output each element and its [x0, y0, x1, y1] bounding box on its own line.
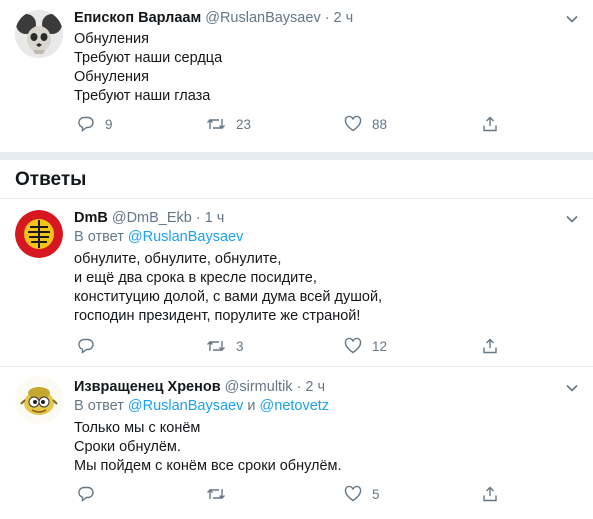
tweet-text-line: Только мы с конём: [74, 420, 201, 436]
tweet-text-line: конституцию долой, с вами дума всей душо…: [74, 289, 383, 305]
retweet-button[interactable]: 3: [206, 337, 244, 355]
timestamp[interactable]: 2 ч: [305, 378, 325, 397]
chevron-down-icon[interactable]: [565, 12, 579, 26]
reply-button[interactable]: 9: [77, 115, 113, 133]
dmb-logo-avatar-image: [15, 210, 63, 258]
separator-dot: ·: [324, 10, 330, 26]
mention-link[interactable]: @netovetz: [260, 398, 330, 414]
timestamp[interactable]: 2 ч: [334, 9, 354, 28]
retweet-icon: [207, 341, 225, 351]
reply-tweet[interactable]: DmB @DmB_Ekb · 1 ч В ответ @RuslanBaysae…: [0, 199, 593, 366]
tweet-text-line: Мы пойдем с конём все сроки обнулём.: [74, 458, 342, 474]
tweet-text-line: Сроки обнулём.: [74, 439, 181, 455]
retweet-icon: [207, 489, 225, 499]
reply-count: 9: [105, 116, 113, 132]
avatar[interactable]: [15, 376, 63, 424]
like-count: 88: [372, 116, 388, 132]
tweet-text-line: Обнуления: [74, 31, 150, 47]
replying-to-conjunction: и: [247, 398, 256, 414]
retweet-count: 3: [236, 338, 244, 354]
reply-icon: [78, 116, 94, 132]
avatar[interactable]: [15, 10, 63, 58]
share-button[interactable]: [481, 115, 499, 133]
share-button[interactable]: [481, 337, 499, 355]
author-handle[interactable]: @DmB_Ekb: [112, 209, 192, 228]
mouse-skull-avatar-image: [15, 10, 63, 58]
tweet-header: DmB @DmB_Ekb · 1 ч: [74, 209, 579, 228]
author-handle[interactable]: @RuslanBaysaev: [205, 9, 320, 28]
tweet-text-line: Требуют наши сердца: [74, 50, 223, 66]
like-button[interactable]: 88: [344, 115, 387, 133]
replies-heading: Ответы: [15, 169, 87, 190]
replying-to-label: В ответ: [74, 398, 124, 414]
timestamp[interactable]: 1 ч: [205, 209, 225, 228]
tweet-text-line: Обнуления: [74, 69, 150, 85]
tweet-actions: 3 12: [74, 337, 504, 357]
mention-link[interactable]: @RuslanBaysaev: [128, 229, 243, 245]
chevron-down-icon[interactable]: [565, 381, 579, 395]
reply-button[interactable]: [77, 485, 105, 503]
reply-icon: [78, 486, 94, 502]
reply-icon: [78, 338, 94, 354]
heart-icon: [344, 485, 362, 502]
retweet-button[interactable]: 23: [206, 115, 251, 133]
author-name[interactable]: Епископ Варлаам: [74, 9, 201, 28]
share-icon: [483, 116, 497, 132]
like-button[interactable]: 5: [344, 485, 380, 503]
retweet-count: 23: [236, 116, 252, 132]
author-name[interactable]: Извращенец Хренов: [74, 378, 221, 397]
avatar[interactable]: [15, 210, 63, 258]
like-button[interactable]: 12: [344, 337, 387, 355]
main-tweet[interactable]: Епископ Варлаам @RuslanBaysaev · 2 ч Обн…: [0, 0, 593, 150]
author-handle[interactable]: @sirmultik: [225, 378, 293, 397]
share-button[interactable]: [481, 485, 499, 503]
retweet-icon: [207, 119, 225, 129]
cartoon-character-avatar-image: [15, 376, 63, 424]
separator-dot: ·: [296, 379, 302, 395]
tweet-actions: 9 23 88: [74, 115, 504, 135]
replying-to: В ответ @RuslanBaysaev и @netovetz: [74, 397, 579, 416]
tweet-text-line: Требуют наши глаза: [74, 88, 211, 104]
separator-dot: ·: [195, 210, 201, 226]
tweet-text-line: и ещё два срока в кресле посидите,: [74, 270, 317, 286]
author-name[interactable]: DmB: [74, 209, 108, 228]
tweet-actions: 5: [74, 485, 504, 505]
tweet-text-line: обнулите, обнулите, обнулите,: [74, 251, 282, 267]
chevron-down-icon[interactable]: [565, 212, 579, 226]
heart-icon: [344, 115, 362, 132]
mention-link[interactable]: @RuslanBaysaev: [128, 398, 243, 414]
section-separator: [0, 152, 593, 160]
heart-icon: [344, 337, 362, 354]
tweet-header: Епископ Варлаам @RuslanBaysaev · 2 ч: [74, 9, 579, 28]
like-count: 12: [372, 338, 388, 354]
replying-to-label: В ответ: [74, 229, 124, 245]
replying-to: В ответ @RuslanBaysaev: [74, 228, 579, 247]
share-icon: [483, 486, 497, 502]
like-count: 5: [372, 486, 380, 502]
tweet-text-line: господин президент, порулите же страной!: [74, 308, 361, 324]
reply-tweet[interactable]: Извращенец Хренов @sirmultik · 2 ч В отв…: [0, 367, 593, 519]
retweet-button[interactable]: [206, 485, 236, 503]
tweet-header: Извращенец Хренов @sirmultik · 2 ч: [74, 378, 579, 397]
reply-button[interactable]: [77, 337, 105, 355]
share-icon: [483, 338, 497, 354]
